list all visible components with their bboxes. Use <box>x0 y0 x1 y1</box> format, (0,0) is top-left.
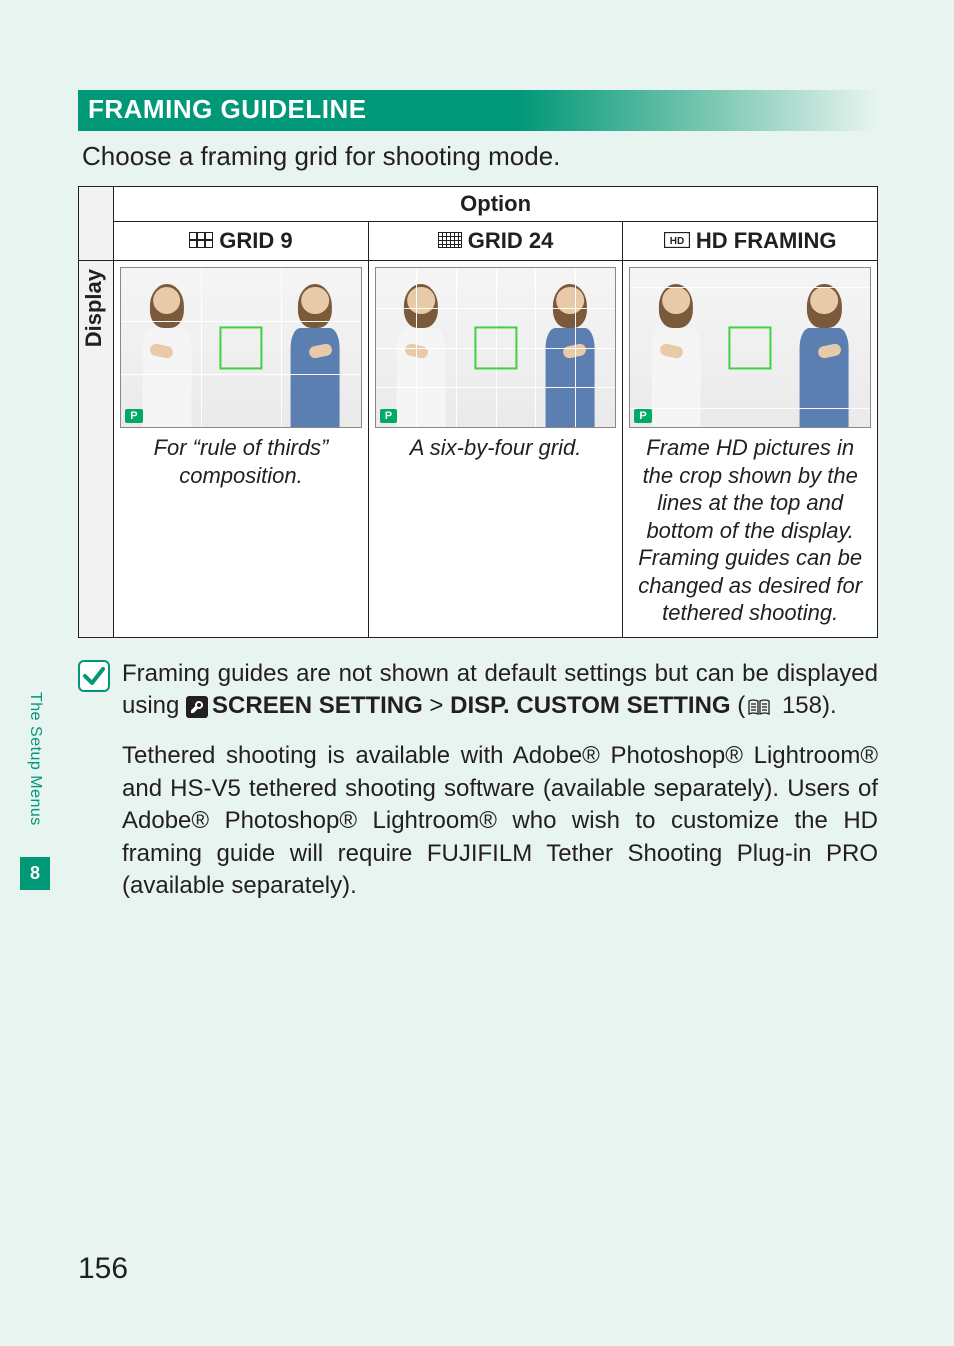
hd-framing-icon: HD <box>664 228 690 254</box>
side-tab: The Setup Menus 8 <box>20 660 50 890</box>
grid24-caption: A six-by-four grid. <box>375 428 617 462</box>
framing-options-table: Option GRID 9 <box>78 186 878 638</box>
mode-badge: P <box>634 409 651 423</box>
grid24-display-cell: P A six-by-four grid. <box>368 261 623 638</box>
svg-text:HD: HD <box>670 236 684 247</box>
grid9-icon <box>189 228 213 254</box>
page-ref: 158). <box>775 692 836 719</box>
hd-caption: Frame HD pictures in the crop shown by t… <box>629 428 871 627</box>
screen-setting-label: SCREEN SETTING <box>212 692 423 719</box>
grid9-display-cell: P For “rule of thirds” composition. <box>114 261 369 638</box>
gt-separator: > <box>423 692 450 719</box>
option-row-header <box>79 187 114 261</box>
column-grid24-label: GRID 24 <box>468 228 554 254</box>
manual-page-icon <box>747 698 771 716</box>
grid24-icon <box>438 228 462 254</box>
option-column-header: Option <box>114 187 878 222</box>
page: The Setup Menus 8 FRAMING GUIDELINE Choo… <box>0 0 954 1346</box>
note-icon <box>78 660 110 692</box>
focus-indicator <box>474 326 517 369</box>
intro-text: Choose a framing grid for shooting mode. <box>82 141 874 172</box>
grid9-thumbnail: P <box>120 267 362 428</box>
mode-badge: P <box>125 409 142 423</box>
hd-display-cell: P Frame HD pictures in the crop shown by… <box>623 261 878 638</box>
mode-badge: P <box>380 409 397 423</box>
section-title: FRAMING GUIDELINE <box>78 90 878 131</box>
grid9-caption: For “rule of thirds” composition. <box>120 428 362 489</box>
disp-custom-label: DISP. CUSTOM SETTING <box>450 692 731 719</box>
hd-thumbnail: P <box>629 267 871 428</box>
page-number: 156 <box>78 1252 128 1286</box>
column-grid9: GRID 9 <box>114 222 369 261</box>
side-tab-chapter: 8 <box>20 857 50 890</box>
focus-indicator <box>219 326 262 369</box>
display-row-header: Display <box>79 261 114 638</box>
column-grid24: GRID 24 <box>368 222 623 261</box>
side-tab-label: The Setup Menus <box>26 660 44 857</box>
column-grid9-label: GRID 9 <box>219 228 292 254</box>
column-hd: HD HD FRAMING <box>623 222 878 261</box>
note-block: Framing guides are not shown at default … <box>78 658 878 903</box>
note-text: Framing guides are not shown at default … <box>122 658 878 903</box>
grid24-thumbnail: P <box>375 267 617 428</box>
content-area: FRAMING GUIDELINE Choose a framing grid … <box>78 90 878 902</box>
note-p2: Tethered shooting is available with Adob… <box>122 740 878 902</box>
wrench-icon <box>186 696 208 718</box>
focus-indicator <box>729 326 772 369</box>
column-hd-label: HD FRAMING <box>696 228 837 254</box>
paren-open: ( <box>731 692 746 719</box>
